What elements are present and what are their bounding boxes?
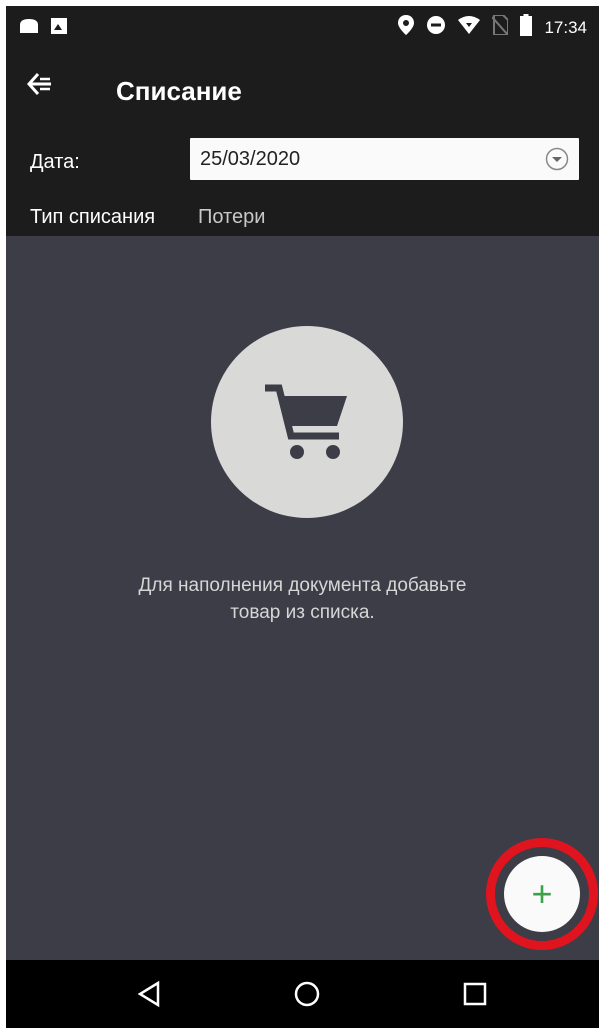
notification-icon	[18, 17, 40, 40]
photo-icon	[50, 17, 68, 40]
date-value: 25/03/2020	[200, 148, 301, 170]
back-button[interactable]	[26, 70, 66, 110]
back-icon	[26, 72, 56, 104]
empty-state-message: Для наполнения документа добавьте товар и…	[138, 575, 467, 623]
status-time: 17:34	[544, 17, 587, 37]
battery-icon	[520, 14, 533, 41]
empty-state-illustration	[211, 326, 403, 518]
chevron-down-icon[interactable]	[545, 147, 569, 171]
navigation-bar	[6, 960, 599, 1028]
nav-home-icon[interactable]	[291, 978, 323, 1010]
nav-recents-icon[interactable]	[459, 978, 491, 1010]
do-not-disturb-icon	[426, 15, 446, 40]
add-item-button[interactable]: +	[504, 856, 580, 932]
date-label: Дата:	[30, 151, 80, 173]
cart-icon	[257, 374, 357, 474]
phone-screen: 17:34 Списание Дата: 25/03/2020 Тип спис…	[6, 6, 599, 1028]
app-bar: Списание Дата: 25/03/2020 Тип списания П…	[6, 48, 599, 236]
status-bar: 17:34	[6, 6, 599, 48]
location-icon	[398, 15, 415, 40]
no-sim-icon	[491, 14, 510, 40]
page-title: Списание	[116, 76, 242, 106]
wifi-icon	[458, 15, 481, 40]
write-off-type-label: Тип списания	[30, 206, 156, 228]
nav-back-icon[interactable]	[134, 978, 166, 1010]
write-off-type-value[interactable]: Потери	[198, 206, 265, 229]
date-field[interactable]: 25/03/2020	[190, 138, 579, 180]
